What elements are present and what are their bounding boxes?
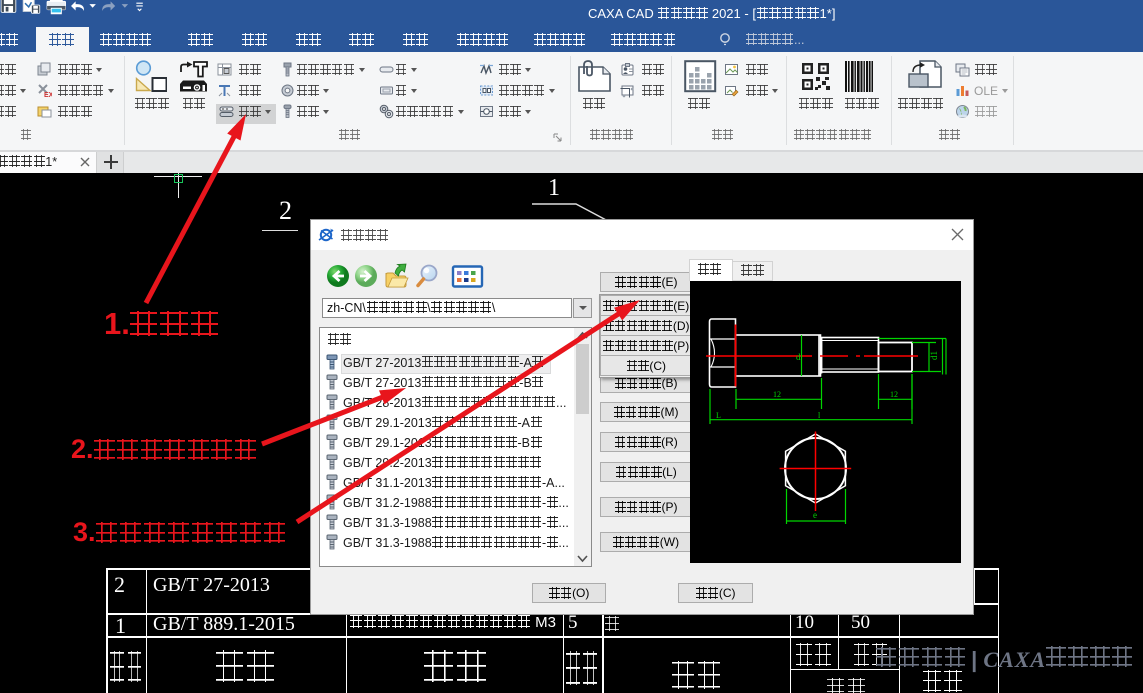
svg-text:EX: EX	[44, 92, 52, 98]
svg-text:12: 12	[773, 390, 781, 399]
svg-text:d1: d1	[929, 351, 939, 360]
svg-text:12: 12	[890, 390, 898, 399]
svg-text:d: d	[796, 352, 801, 362]
svg-text:e: e	[813, 510, 817, 520]
svg-text:l: l	[818, 411, 821, 420]
svg-text:L: L	[716, 411, 721, 420]
